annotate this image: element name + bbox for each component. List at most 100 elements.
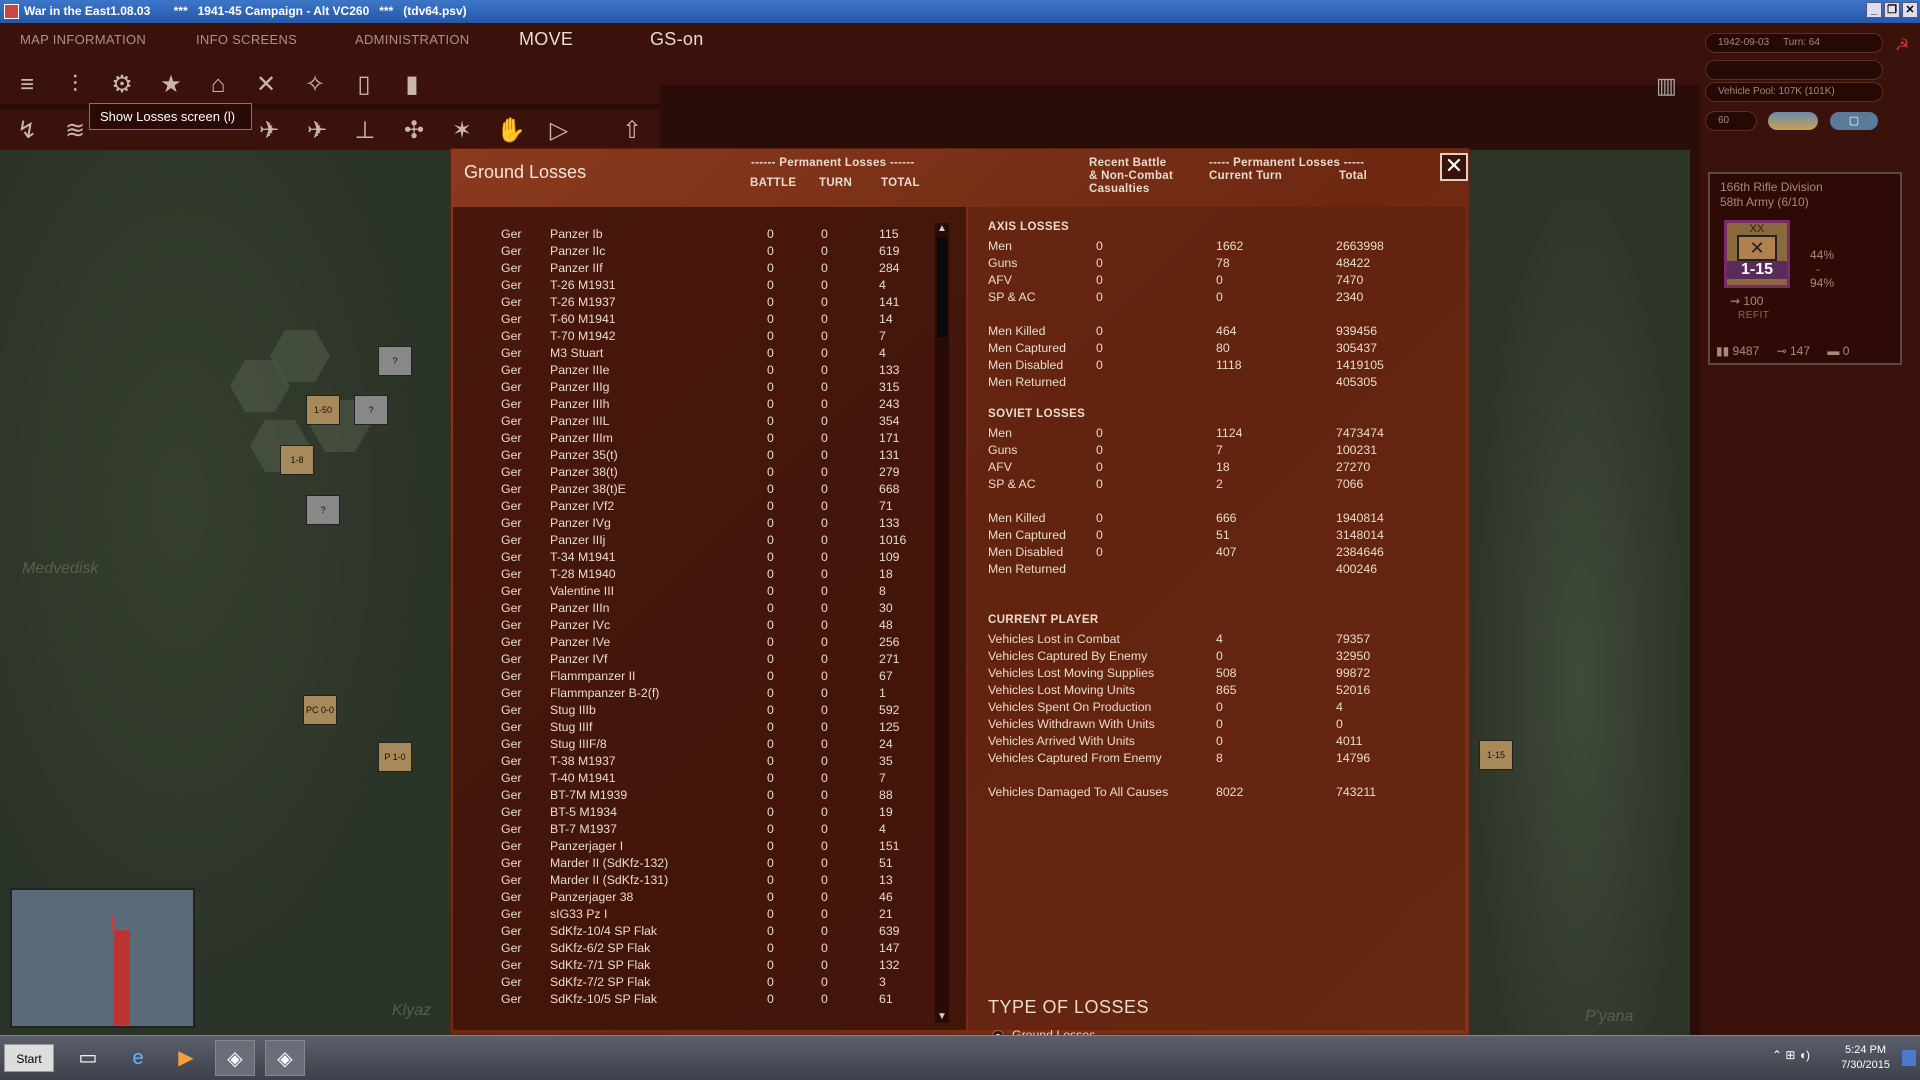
map-unit[interactable]: 1-8 — [280, 445, 314, 475]
rail-icon[interactable]: ▯ — [349, 70, 379, 100]
table-row[interactable]: Ger Panzerjager I 0 0 151 — [453, 839, 933, 856]
table-row[interactable]: Ger T-26 M1937 0 0 141 — [453, 295, 933, 312]
table-row[interactable]: Ger Panzer IIIe 0 0 133 — [453, 363, 933, 380]
table-row[interactable]: Ger Panzer 35(t) 0 0 131 — [453, 448, 933, 465]
tray-icons[interactable]: ⌃ ⊞ ◖) — [1772, 1048, 1810, 1062]
menu-gs[interactable]: GS-on — [650, 29, 704, 50]
table-row[interactable]: Ger BT-7M M1939 0 0 88 — [453, 788, 933, 805]
game-task-icon[interactable]: ◈ — [215, 1040, 255, 1076]
table-row[interactable]: Ger T-38 M1937 0 0 35 — [453, 754, 933, 771]
table-row[interactable]: Ger Panzer IIc 0 0 619 — [453, 244, 933, 261]
table-row[interactable]: Ger T-70 M1942 0 0 7 — [453, 329, 933, 346]
minimap-viewport[interactable] — [112, 915, 152, 930]
folder-icon[interactable]: ▭ — [68, 1040, 108, 1076]
hand-icon[interactable]: ✋ — [496, 116, 526, 146]
table-row[interactable]: Ger Stug IIIb 0 0 592 — [453, 703, 933, 720]
table-row[interactable]: Ger BT-5 M1934 0 0 19 — [453, 805, 933, 822]
table-row[interactable]: Ger Panzer 38(t) 0 0 279 — [453, 465, 933, 482]
show-desktop-button[interactable] — [1902, 1050, 1916, 1066]
scroll-thumb[interactable] — [937, 237, 947, 337]
supply-icon[interactable]: ✧ — [300, 70, 330, 100]
table-row[interactable]: Ger Panzer IIIm 0 0 171 — [453, 431, 933, 448]
chart-icon[interactable]: ▥ — [1656, 73, 1688, 105]
table-row[interactable]: Ger Panzer IVf2 0 0 71 — [453, 499, 933, 516]
table-row[interactable]: Ger Panzer IVg 0 0 133 — [453, 516, 933, 533]
table-row[interactable]: Ger SdKfz-7/1 SP Flak 0 0 132 — [453, 958, 933, 975]
table-row[interactable]: Ger Panzer IVf 0 0 271 — [453, 652, 933, 669]
table-row[interactable]: Ger SdKfz-6/2 SP Flak 0 0 147 — [453, 941, 933, 958]
recon-icon[interactable]: ✈ — [302, 116, 332, 146]
table-row[interactable]: Ger Panzer IVe 0 0 256 — [453, 635, 933, 652]
table-row[interactable]: Ger Flammpanzer B-2(f) 0 0 1 — [453, 686, 933, 703]
equipment-scrollbar[interactable]: ▲ ▼ — [935, 223, 949, 1023]
fuel-icon[interactable]: ▮ — [397, 70, 427, 100]
air-icon[interactable]: ✈ — [254, 116, 284, 146]
scroll-up-icon[interactable]: ▲ — [936, 223, 948, 235]
media-player-icon[interactable]: ▶ — [166, 1040, 206, 1076]
star-icon[interactable]: ★ — [156, 70, 186, 100]
play-icon[interactable]: ▷ — [544, 116, 574, 146]
scroll-down-icon[interactable]: ▼ — [936, 1011, 948, 1023]
table-row[interactable]: Ger Panzer IVc 0 0 48 — [453, 618, 933, 635]
map-unit[interactable]: 1-15 — [1479, 740, 1513, 770]
table-row[interactable]: Ger SdKfz-10/5 SP Flak 0 0 61 — [453, 992, 933, 1009]
menu-administration[interactable]: ADMINISTRATION — [355, 32, 469, 47]
table-row[interactable]: Ger T-40 M1941 0 0 7 — [453, 771, 933, 788]
map-unit[interactable]: ? — [354, 395, 388, 425]
table-row[interactable]: Ger Panzer 38(t)E 0 0 668 — [453, 482, 933, 499]
close-window-button[interactable]: ✕ — [1902, 2, 1918, 18]
strike-icon[interactable]: ✶ — [447, 116, 477, 146]
table-row[interactable]: Ger Panzer IIIj 0 0 1016 — [453, 533, 933, 550]
map-unit[interactable]: ? — [378, 346, 412, 376]
browser-icon[interactable]: e — [118, 1040, 158, 1076]
toggle-icon[interactable]: ▢ — [1830, 112, 1878, 130]
start-button[interactable]: Start — [4, 1044, 54, 1072]
bomb-icon[interactable]: ✣ — [399, 116, 429, 146]
table-row[interactable]: Ger Panzer Ib 0 0 115 — [453, 227, 933, 244]
minimize-button[interactable]: _ — [1866, 2, 1882, 18]
restore-button[interactable]: ❐ — [1884, 2, 1900, 18]
minimap[interactable] — [10, 888, 195, 1028]
table-row[interactable]: Ger Panzerjager 38 0 0 46 — [453, 890, 933, 907]
map-unit[interactable]: 1-50 — [306, 395, 340, 425]
table-row[interactable]: Ger Panzer IIIh 0 0 243 — [453, 397, 933, 414]
upload-icon[interactable]: ⇧ — [617, 116, 647, 146]
table-row[interactable]: Ger Panzer IIIn 0 0 30 — [453, 601, 933, 618]
table-row[interactable]: Ger T-60 M1941 0 0 14 — [453, 312, 933, 329]
rail-move-icon[interactable]: ≋ — [60, 116, 90, 146]
airbase-icon[interactable]: ⊥ — [350, 116, 380, 146]
table-row[interactable]: Ger SdKfz-10/4 SP Flak 0 0 639 — [453, 924, 933, 941]
table-row[interactable]: Ger T-26 M1931 0 0 4 — [453, 278, 933, 295]
table-row[interactable]: Ger T-28 M1940 0 0 18 — [453, 567, 933, 584]
table-row[interactable]: Ger Panzer IIIg 0 0 315 — [453, 380, 933, 397]
units-icon[interactable]: ⫶ — [60, 70, 90, 100]
game-task-icon-2[interactable]: ◈ — [265, 1040, 305, 1076]
crossed-swords-icon[interactable]: ✕ — [251, 70, 281, 100]
table-row[interactable]: Ger Panzer IIIL 0 0 354 — [453, 414, 933, 431]
menu-move[interactable]: MOVE — [519, 29, 573, 50]
table-row[interactable]: Ger BT-7 M1937 0 0 4 — [453, 822, 933, 839]
map-unit[interactable]: P 1-0 — [378, 742, 412, 772]
map-unit[interactable]: PC 0-0 — [303, 695, 337, 725]
table-row[interactable]: Ger Flammpanzer II 0 0 67 — [453, 669, 933, 686]
table-row[interactable]: Ger Marder II (SdKfz-131) 0 0 13 — [453, 873, 933, 890]
clock[interactable]: 5:24 PM 7/30/2015 — [1841, 1043, 1890, 1073]
table-row[interactable]: Ger Stug IIIf 0 0 125 — [453, 720, 933, 737]
menu-map-information[interactable]: MAP INFORMATION — [20, 32, 146, 47]
close-button[interactable]: ✕ — [1440, 153, 1468, 181]
table-row[interactable]: Ger Valentine III 0 0 8 — [453, 584, 933, 601]
table-row[interactable]: Ger Stug IIIF/8 0 0 24 — [453, 737, 933, 754]
table-row[interactable]: Ger T-34 M1941 0 0 109 — [453, 550, 933, 567]
move-icon[interactable]: ↯ — [12, 116, 42, 146]
unit-info-panel[interactable]: 166th Rifle Division 58th Army (6/10) XX … — [1708, 172, 1902, 365]
equipment-list[interactable]: Ger Panzer Ib 0 0 115 Ger Panzer IIc 0 0 619 Ger Pa… — [453, 207, 966, 1030]
factory-icon[interactable]: ⌂ — [203, 70, 233, 100]
map-right[interactable]: 1-15 P'yana — [1470, 150, 1690, 1035]
map-unit[interactable]: ? — [306, 495, 340, 525]
stack-icon[interactable]: ≡ — [12, 70, 42, 100]
table-row[interactable]: Ger M3 Stuart 0 0 4 — [453, 346, 933, 363]
unit-counter[interactable]: XX ✕ 1-15 — [1724, 220, 1790, 288]
table-row[interactable]: Ger Marder II (SdKfz-132) 0 0 51 — [453, 856, 933, 873]
gear-icon[interactable]: ⚙ — [107, 70, 137, 100]
table-row[interactable]: Ger SdKfz-7/2 SP Flak 0 0 3 — [453, 975, 933, 992]
